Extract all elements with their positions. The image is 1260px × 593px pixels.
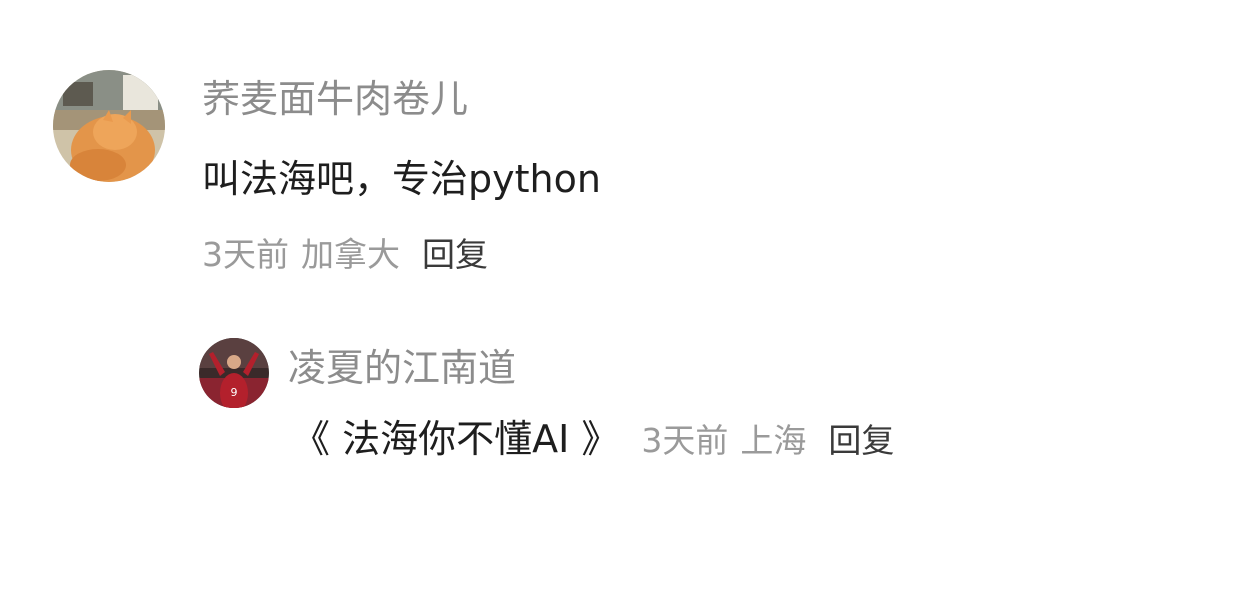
reply-to-reply-button[interactable]: 回复 [828,424,894,457]
replier-avatar[interactable]: 9 [199,338,269,408]
reply-time: 3天前 [641,421,729,460]
reply-button[interactable]: 回复 [422,238,488,271]
comment-meta: 3天前 加拿大 回复 [202,238,488,271]
comment-time: 3天前 [202,235,289,274]
reply-line: 《 法海你不懂AI 》 3天前 上海 回复 [292,420,894,458]
reply-text: 《 法海你不懂AI 》 [292,417,620,461]
replier-username[interactable]: 凌夏的江南道 [288,349,516,387]
commenter-avatar[interactable] [53,70,165,182]
commenter-username[interactable]: 荞麦面牛肉卷儿 [202,80,468,118]
reply-location: 上海 [740,421,807,460]
svg-text:9: 9 [231,386,238,399]
comment-location: 加拿大 [301,235,400,274]
comment-text: 叫法海吧，专治python [202,157,601,201]
